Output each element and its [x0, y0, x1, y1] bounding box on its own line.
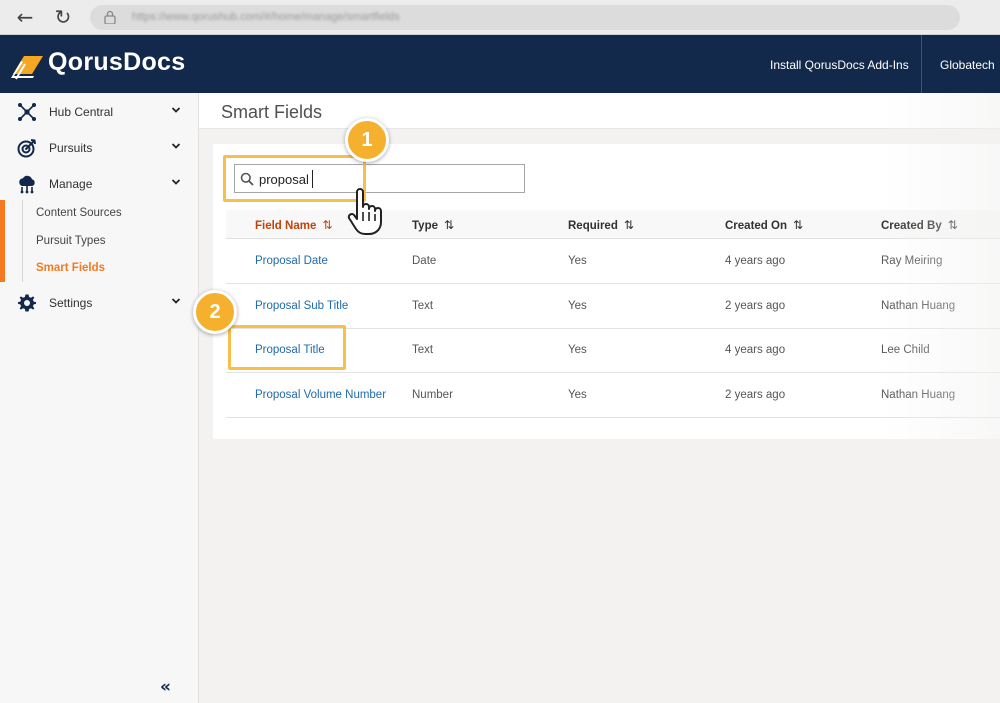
manage-submenu: Content Sources Pursuit Types Smart Fiel… [0, 200, 199, 282]
sort-icon: ⇅ [623, 218, 634, 232]
table-cell-type: Text [412, 344, 434, 356]
sort-icon: ⇅ [947, 218, 958, 232]
column-header-created-on[interactable]: Created On ⇅ [725, 218, 803, 232]
column-header-label: Field Name [255, 220, 317, 232]
sidebar-subitem-label: Pursuit Types [36, 235, 106, 247]
step2-highlight-box [228, 325, 346, 370]
column-header-created-by[interactable]: Created By ⇅ [881, 218, 958, 232]
reload-icon[interactable]: ↻ [52, 6, 74, 28]
column-header-required[interactable]: Required ⇅ [568, 218, 634, 232]
hub-network-icon [18, 103, 36, 121]
column-header-type[interactable]: Type ⇅ [412, 218, 454, 232]
step1-badge: 1 [345, 118, 389, 162]
browser-toolbar: ← ↻ https://www.qorushub.com/#/home/mana… [0, 0, 1000, 35]
sidebar-item-content-sources[interactable]: Content Sources [0, 200, 199, 226]
table-cell-created-by: Ray Meiring [881, 255, 943, 267]
address-url: https://www.qorushub.com/#/home/manage/s… [132, 11, 400, 23]
table-cell-created-by: Lee Child [881, 344, 930, 356]
organization-menu[interactable]: Globatech [940, 58, 995, 72]
sidebar-item-hub-central[interactable]: Hub Central [0, 97, 199, 127]
header-divider [921, 35, 922, 93]
sidebar-item-settings[interactable]: Settings [0, 288, 199, 318]
sidebar-item-label: Hub Central [49, 105, 114, 119]
back-arrow-icon[interactable]: ← [14, 6, 36, 28]
gear-icon [18, 294, 36, 312]
collapse-sidebar-icon[interactable]: « [160, 677, 171, 697]
app-header: QorusDocs Install QorusDocs Add-Ins Glob… [0, 35, 1000, 93]
sidebar-item-label: Manage [49, 177, 93, 191]
lock-icon [104, 10, 116, 24]
table-row: Proposal Volume Number Number Yes 2 year… [226, 373, 1000, 418]
table-row: Proposal Sub Title Text Yes 2 years ago … [226, 284, 1000, 329]
table-header: Field Name ⇅ Type ⇅ Required ⇅ Created On ⇅ … [226, 210, 1000, 239]
table-cell-required: Yes [568, 255, 587, 267]
sidebar-item-pursuit-types[interactable]: Pursuit Types [0, 228, 199, 254]
sidebar-item-smart-fields[interactable]: Smart Fields [0, 255, 199, 281]
table-cell-required: Yes [568, 344, 587, 356]
column-header-label: Type [412, 220, 438, 232]
chevron-down-icon [171, 179, 181, 185]
hand-pointer-icon [347, 188, 382, 235]
column-header-field-name[interactable]: Field Name ⇅ [255, 218, 332, 232]
sort-icon: ⇅ [793, 218, 804, 232]
sidebar-subitem-label: Smart Fields [36, 262, 106, 274]
chevron-down-icon [171, 107, 181, 113]
chevron-down-icon [171, 143, 181, 149]
step2-badge: 2 [193, 290, 237, 334]
column-header-label: Required [568, 220, 618, 232]
table-cell-type: Date [412, 255, 437, 267]
table-cell-created-by: Nathan Huang [881, 389, 956, 401]
sidebar: Hub Central Pursuits Manage Content Sour… [0, 93, 199, 703]
sidebar-item-label: Pursuits [49, 141, 93, 155]
table-row: Proposal Date Date Yes 4 years ago Ray M… [226, 239, 1000, 284]
table-cell-required: Yes [568, 300, 587, 312]
qorusdocs-logo-icon [11, 56, 43, 80]
sort-icon: ⇅ [444, 218, 455, 232]
sidebar-item-pursuits[interactable]: Pursuits [0, 133, 199, 163]
target-icon [17, 139, 36, 158]
table-cell-created-on: 2 years ago [725, 389, 786, 401]
page-title: Smart Fields [221, 102, 323, 122]
field-name-link[interactable]: Proposal Date [255, 255, 328, 267]
field-name-link[interactable]: Proposal Sub Title [255, 300, 348, 312]
table-cell-type: Text [412, 300, 434, 312]
sidebar-item-manage[interactable]: Manage [0, 169, 199, 199]
table-cell-created-on: 2 years ago [725, 300, 786, 312]
install-add-ins-link[interactable]: Install QorusDocs Add-Ins [770, 58, 909, 72]
table-cell-created-on: 4 years ago [725, 255, 786, 267]
chevron-down-icon [171, 298, 181, 304]
cloud-network-icon [19, 175, 35, 194]
sort-ascending-icon: ⇅ [322, 218, 333, 232]
table-cell-created-by: Nathan Huang [881, 300, 956, 312]
column-header-label: Created On [725, 220, 787, 232]
page-title-bar: Smart Fields [199, 93, 1000, 129]
table-cell-required: Yes [568, 389, 587, 401]
table-cell-created-on: 4 years ago [725, 344, 786, 356]
table-cell-type: Number [412, 389, 453, 401]
field-name-link[interactable]: Proposal Volume Number [255, 389, 386, 401]
column-header-label: Created By [881, 220, 942, 232]
brand-name: QorusDocs [48, 48, 186, 76]
sidebar-item-label: Settings [49, 296, 93, 310]
address-bar[interactable]: https://www.qorushub.com/#/home/manage/s… [90, 5, 960, 30]
sidebar-subitem-label: Content Sources [36, 207, 122, 219]
